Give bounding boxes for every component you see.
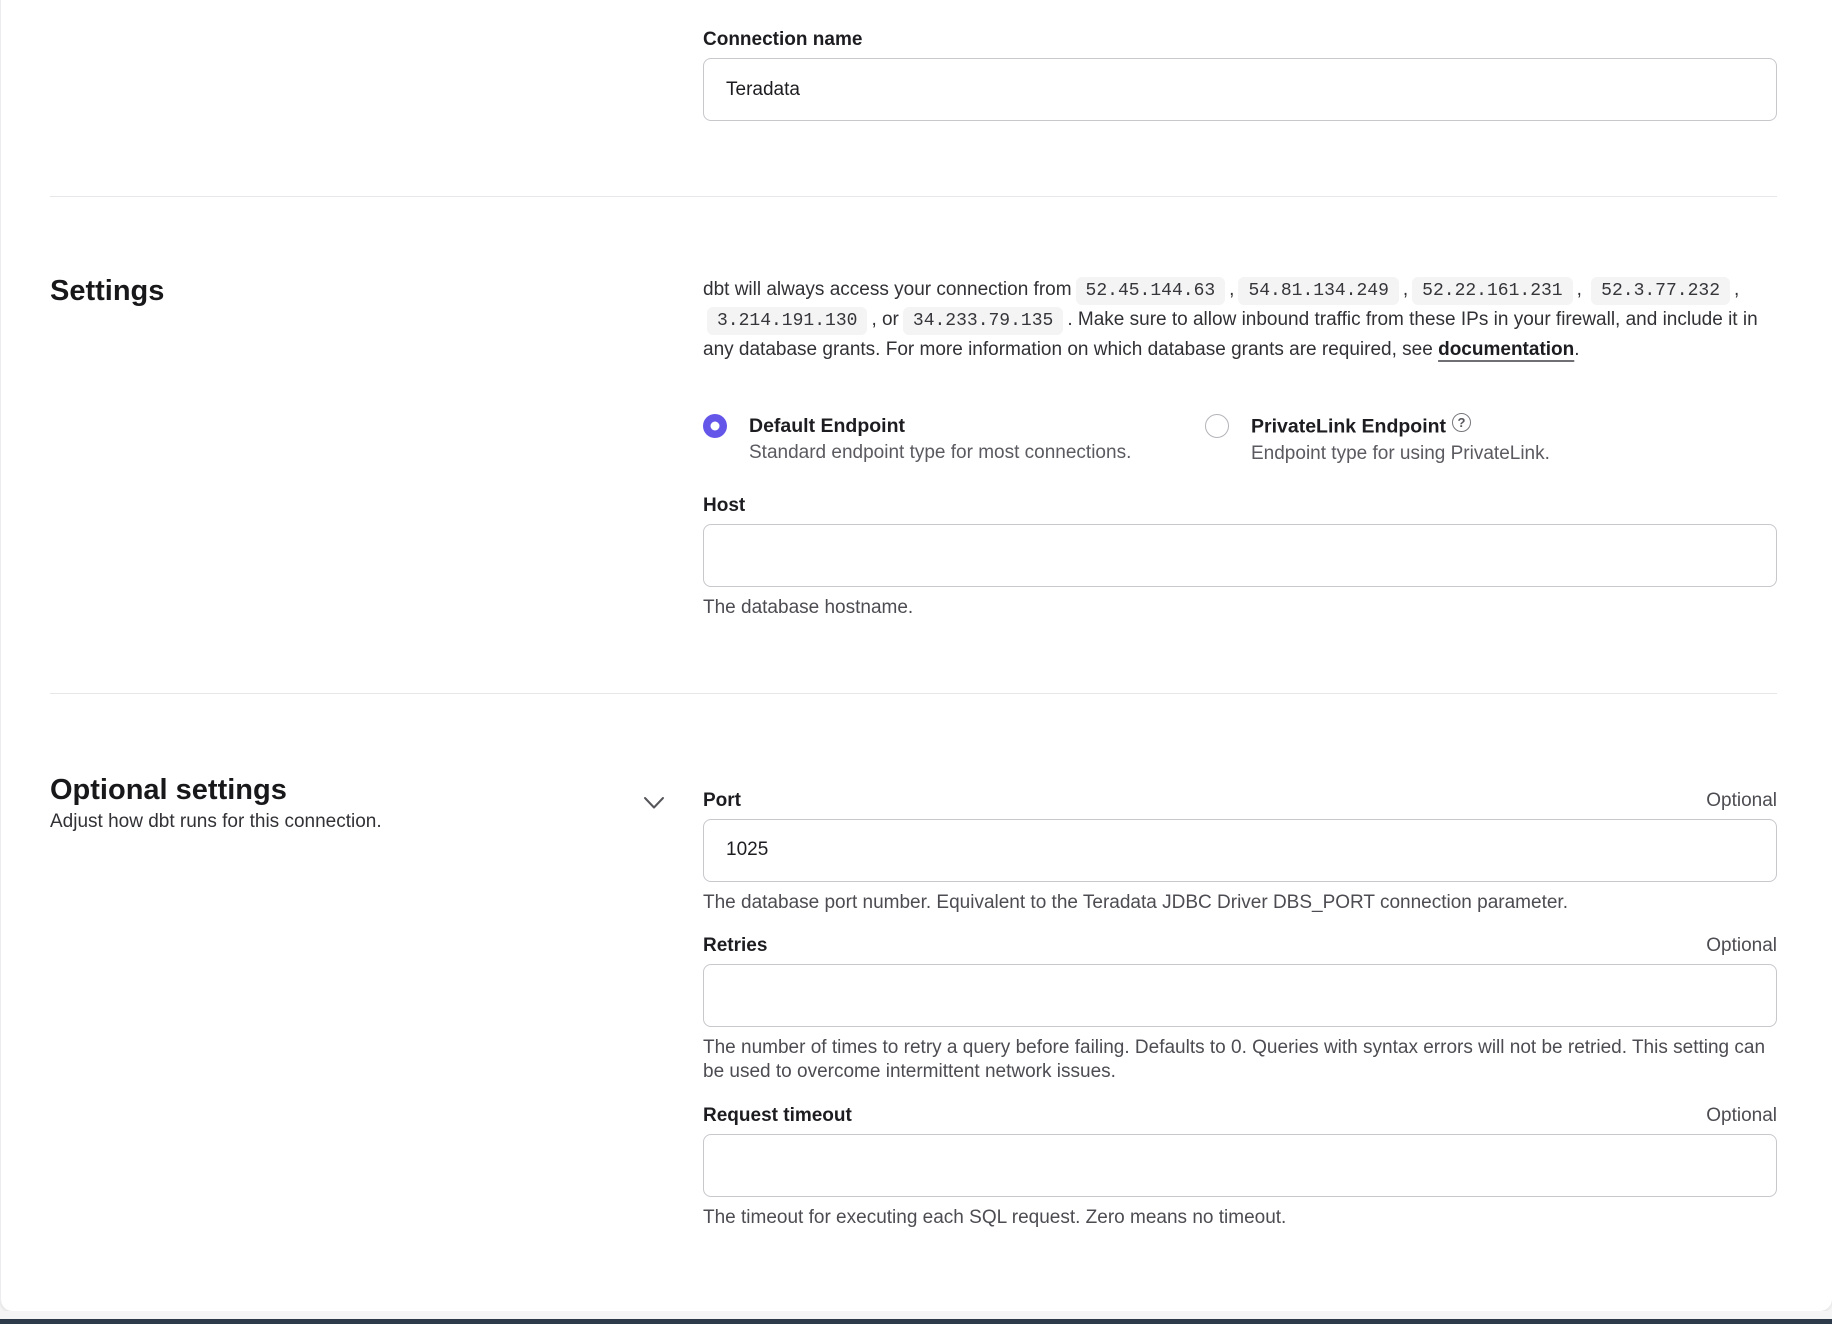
page-background-gap: [0, 1311, 1832, 1319]
footer-bar-edge: [0, 1319, 1832, 1324]
connection-name-label: Connection name: [703, 28, 1777, 52]
ip-address-chip: 3.214.191.130: [707, 307, 867, 335]
intro-prefix: dbt will always access your connection f…: [703, 279, 1072, 300]
collapse-section-button[interactable]: [641, 790, 667, 816]
connection-settings-page: Connection name Settings dbt will always…: [0, 0, 1832, 1311]
retries-label: Retries: [703, 934, 767, 958]
ip-address-chip: 34.233.79.135: [903, 307, 1063, 335]
settings-section: Settings dbt will always access your con…: [50, 197, 1777, 620]
request-timeout-input[interactable]: [703, 1134, 1777, 1197]
connection-name-input[interactable]: [703, 58, 1777, 121]
optional-badge: Optional: [1706, 934, 1777, 958]
optional-settings-heading: Optional settings: [50, 774, 382, 807]
host-input[interactable]: [703, 524, 1777, 587]
ip-address-chip: 54.81.134.249: [1238, 277, 1398, 305]
privatelink-endpoint-label: PrivateLink Endpoint: [1251, 416, 1446, 438]
ip-address-chip: 52.3.77.232: [1591, 277, 1730, 305]
optional-badge: Optional: [1706, 1104, 1777, 1128]
radio-option-privatelink-endpoint[interactable]: PrivateLink Endpoint? Endpoint type for …: [1205, 413, 1550, 468]
request-timeout-label: Request timeout: [703, 1104, 852, 1128]
retries-field: Retries Optional The number of times to …: [703, 934, 1777, 1084]
default-endpoint-label: Default Endpoint: [749, 413, 1131, 439]
retries-input[interactable]: [703, 964, 1777, 1027]
help-icon[interactable]: ?: [1452, 413, 1471, 432]
settings-heading: Settings: [50, 275, 164, 308]
optional-badge: Optional: [1706, 789, 1777, 813]
port-label: Port: [703, 789, 741, 813]
chevron-down-icon: [643, 796, 665, 810]
port-helper-text: The database port number. Equivalent to …: [703, 891, 1777, 915]
ip-allowlist-paragraph: dbt will always access your connection f…: [703, 275, 1777, 365]
request-timeout-helper-text: The timeout for executing each SQL reque…: [703, 1206, 1777, 1230]
retries-helper-text: The number of times to retry a query bef…: [703, 1036, 1777, 1084]
connection-name-section: Connection name: [50, 0, 1777, 121]
default-endpoint-description: Standard endpoint type for most connecti…: [749, 439, 1131, 467]
privatelink-endpoint-description: Endpoint type for using PrivateLink.: [1251, 440, 1550, 468]
port-field: Port Optional The database port number. …: [703, 789, 1777, 915]
radio-option-default-endpoint[interactable]: Default Endpoint Standard endpoint type …: [703, 413, 1205, 468]
host-helper-text: The database hostname.: [703, 596, 1777, 620]
radio-dot: [711, 422, 720, 431]
endpoint-radio-group: Default Endpoint Standard endpoint type …: [703, 413, 1777, 468]
optional-settings-section: Optional settings Adjust how dbt runs fo…: [50, 694, 1777, 1230]
ip-address-chip: 52.22.161.231: [1412, 277, 1572, 305]
radio-selected-icon[interactable]: [703, 414, 727, 438]
radio-unselected-icon[interactable]: [1205, 414, 1229, 438]
documentation-link[interactable]: documentation: [1438, 339, 1574, 360]
host-label: Host: [703, 494, 1777, 518]
host-field: Host The database hostname.: [703, 494, 1777, 620]
ip-address-chip: 52.45.144.63: [1076, 277, 1226, 305]
optional-settings-subheading: Adjust how dbt runs for this connection.: [50, 809, 382, 834]
request-timeout-field: Request timeout Optional The timeout for…: [703, 1104, 1777, 1230]
port-input[interactable]: [703, 819, 1777, 882]
